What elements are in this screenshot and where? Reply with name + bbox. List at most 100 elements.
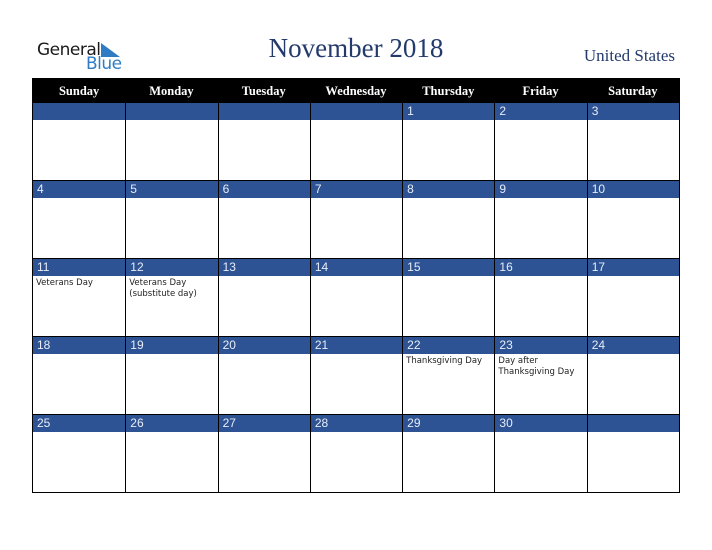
holiday-label: [403, 120, 494, 124]
weekday-monday: Monday: [149, 84, 194, 98]
day-number: 30: [495, 415, 587, 432]
day-number: 28: [310, 415, 403, 432]
day-cell[interactable]: 5: [125, 181, 218, 258]
holiday-label: [403, 198, 494, 202]
day-number: 14: [310, 259, 403, 276]
day-number: 7: [310, 181, 403, 198]
holiday-label: [126, 120, 217, 124]
day-cell[interactable]: 30: [494, 415, 587, 492]
weekday-wednesday: Wednesday: [325, 84, 387, 98]
day-cell[interactable]: 7: [309, 181, 403, 258]
holiday-label: [33, 198, 125, 202]
day-number: 3: [587, 103, 679, 120]
day-cell[interactable]: 17: [586, 259, 679, 336]
day-cell[interactable]: 12 Veterans Day (substitute day): [125, 259, 218, 336]
calendar-grid: Sunday Monday Tuesday Wednesday Thursday…: [32, 78, 680, 493]
holiday-label: [33, 120, 125, 124]
day-number: [310, 103, 403, 120]
day-cell[interactable]: 29: [402, 415, 495, 492]
holiday-label: [219, 276, 310, 280]
holiday-label: [33, 432, 125, 436]
day-number: 15: [403, 259, 495, 276]
day-number: 6: [218, 181, 310, 198]
day-number: 29: [403, 415, 495, 432]
day-cell[interactable]: 28: [309, 415, 403, 492]
holiday-label: [311, 120, 402, 124]
day-cell[interactable]: 24: [586, 337, 679, 414]
day-number: 19: [126, 337, 218, 354]
day-cell[interactable]: 6: [217, 181, 310, 258]
day-cell[interactable]: 4: [33, 181, 126, 258]
holiday-label: [495, 198, 586, 202]
day-number: 26: [126, 415, 218, 432]
day-number: 16: [495, 259, 587, 276]
day-cell[interactable]: 13: [217, 259, 310, 336]
weekday-friday: Friday: [522, 84, 559, 98]
day-number: [587, 415, 679, 432]
day-cell[interactable]: 16: [494, 259, 587, 336]
day-number: 11: [33, 259, 126, 276]
day-cell[interactable]: 22 Thanksgiving Day: [402, 337, 495, 414]
day-number: 27: [218, 415, 310, 432]
day-cell[interactable]: 15: [402, 259, 495, 336]
day-cell[interactable]: 8: [402, 181, 495, 258]
day-number: [33, 103, 126, 120]
holiday-label: [495, 120, 586, 124]
day-cell[interactable]: 18: [33, 337, 126, 414]
holiday-label: [219, 198, 310, 202]
holiday-label: [311, 198, 402, 202]
holiday-label: [219, 432, 310, 436]
weekday-saturday: Saturday: [608, 84, 658, 98]
day-cell[interactable]: [125, 103, 218, 180]
day-cell[interactable]: 25: [33, 415, 126, 492]
holiday-label: [33, 354, 125, 358]
day-cell[interactable]: 19: [125, 337, 218, 414]
day-cell[interactable]: 26: [125, 415, 218, 492]
day-number: 10: [587, 181, 679, 198]
holiday-label: [219, 120, 310, 124]
day-cell[interactable]: 11 Veterans Day: [33, 259, 126, 336]
day-cell[interactable]: 23 Day after Thanksgiving Day: [494, 337, 587, 414]
weekday-header-row: Sunday Monday Tuesday Wednesday Thursday…: [33, 79, 679, 103]
week-row: 18 19 20 21 22 Thanksgiving Day 23 Day after Th…: [33, 336, 679, 414]
day-cell[interactable]: 21: [309, 337, 403, 414]
day-cell[interactable]: [217, 103, 310, 180]
day-number: 8: [403, 181, 495, 198]
week-row: 123: [33, 103, 679, 180]
day-number: 24: [587, 337, 679, 354]
day-cell[interactable]: 14: [309, 259, 403, 336]
holiday-label: [588, 198, 679, 202]
day-cell[interactable]: [33, 103, 126, 180]
week-row: 11 Veterans Day 12 Veterans Day (substitute…: [33, 258, 679, 336]
country-label: United States: [583, 46, 675, 65]
holiday-label: [403, 276, 494, 280]
holiday-label: [403, 432, 494, 436]
day-number: 5: [126, 181, 218, 198]
day-cell[interactable]: 1: [402, 103, 495, 180]
day-number: [126, 103, 218, 120]
day-cell[interactable]: 2: [494, 103, 587, 180]
day-number: 22: [403, 337, 495, 354]
day-cell[interactable]: 9: [494, 181, 587, 258]
day-cell[interactable]: 20: [217, 337, 310, 414]
weekday-tuesday: Tuesday: [241, 84, 286, 98]
day-number: 18: [33, 337, 126, 354]
day-cell[interactable]: [586, 415, 679, 492]
day-number: [218, 103, 310, 120]
day-cell[interactable]: 10: [586, 181, 679, 258]
day-number: 21: [310, 337, 403, 354]
holiday-label: Day after Thanksgiving Day: [498, 356, 575, 377]
holiday-label: Veterans Day (substitute day): [129, 278, 197, 299]
holiday-label: [588, 354, 679, 358]
day-number: 4: [33, 181, 126, 198]
holiday-label: [495, 276, 586, 280]
week-row: 4 5 6 7 8 9 10: [33, 180, 679, 258]
day-number: 9: [495, 181, 587, 198]
weekday-sunday: Sunday: [58, 84, 100, 98]
day-cell[interactable]: 3: [586, 103, 679, 180]
holiday-label: [126, 354, 217, 358]
holiday-label: [588, 120, 679, 124]
day-cell[interactable]: [309, 103, 403, 180]
day-cell[interactable]: 27: [217, 415, 310, 492]
holiday-label: [588, 276, 679, 280]
